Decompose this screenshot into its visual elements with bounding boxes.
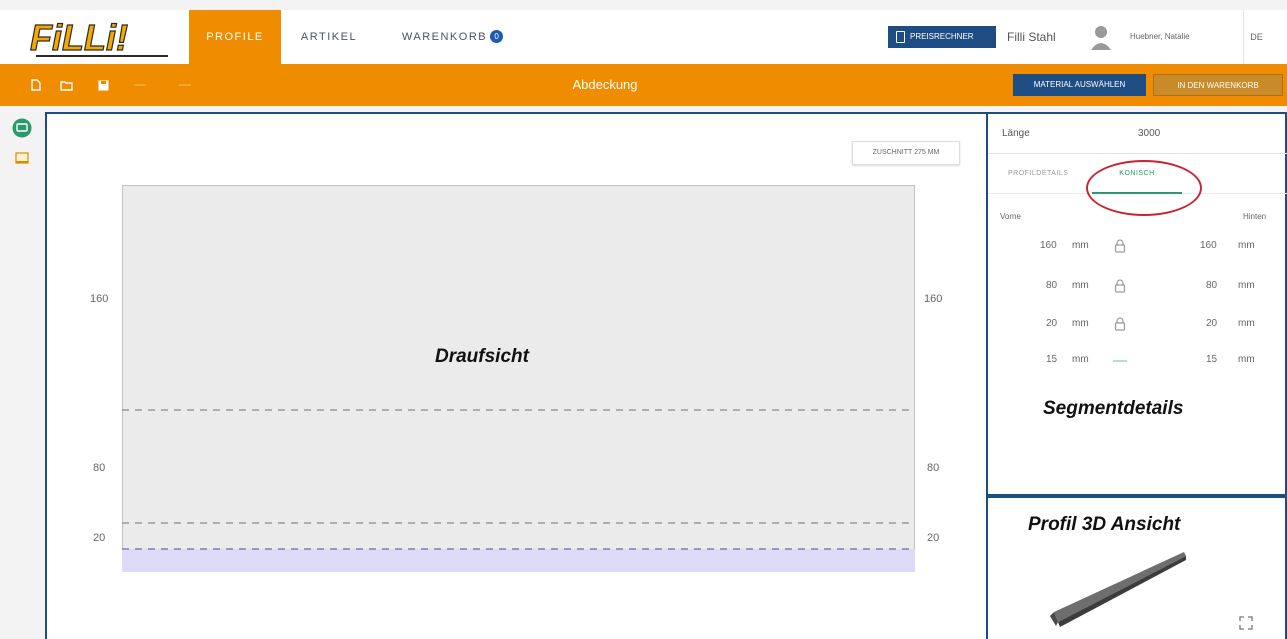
preisrechner-label: PREISRECHNER (910, 32, 974, 41)
dim-label-20-left: 20 (93, 532, 106, 544)
dim-label-80-left: 80 (93, 462, 106, 474)
vorne-value[interactable]: 160 (1040, 240, 1057, 251)
laenge-row: Länge 3000 (988, 114, 1287, 154)
avatar[interactable] (1090, 24, 1112, 50)
folder-icon[interactable] (15, 152, 29, 164)
lock-icon[interactable] (1114, 317, 1126, 331)
profil-3d-title: Profil 3D Ansicht (1028, 514, 1181, 535)
fullscreen-icon[interactable] (1239, 616, 1253, 630)
preisrechner-button[interactable]: PREISRECHNER (888, 26, 996, 48)
tab-warenkorb-label: WARENKORB (401, 31, 488, 43)
material-select-button[interactable]: MATERIAL AUSWÄHLEN (1013, 74, 1146, 96)
hinten-value[interactable]: 20 (1206, 318, 1217, 329)
hinten-unit: mm (1238, 280, 1255, 291)
tab-profildetails[interactable]: PROFILDETAILS (1008, 154, 1068, 194)
draufsicht-panel: ZUSCHNITT 275 MM 160 80 20 160 80 20 Dra… (45, 112, 988, 639)
hinten-unit: mm (1238, 354, 1255, 365)
hinten-value[interactable]: 80 (1206, 280, 1217, 291)
user-name[interactable]: Huebner, Natalie (1130, 10, 1190, 64)
add-to-cart-button[interactable]: IN DEN WARENKORB (1153, 74, 1283, 96)
vorne-unit: mm (1072, 318, 1089, 329)
segment-row: 15 mm 15 mm (988, 354, 1287, 390)
vorne-value[interactable]: 15 (1046, 354, 1057, 365)
laenge-input[interactable]: 3000 (1138, 128, 1160, 139)
left-tool-strip (0, 106, 45, 639)
zuschnitt-badge[interactable]: ZUSCHNITT 275 MM (852, 141, 960, 165)
fold-strip (122, 549, 915, 572)
dim-label-20-right: 20 (927, 532, 940, 544)
language-switch[interactable]: DE (1243, 10, 1269, 64)
lock-icon[interactable] (1114, 239, 1126, 253)
vorne-unit: mm (1072, 240, 1089, 251)
segment-row: 80 mm 80 mm (988, 279, 1287, 316)
draufsicht-title: Draufsicht (435, 346, 529, 367)
dim-label-160-left: 160 (90, 293, 109, 305)
hinten-value[interactable]: 160 (1200, 240, 1217, 251)
vorne-unit: mm (1072, 354, 1089, 365)
tab-warenkorb[interactable]: WARENKORB 0 (385, 10, 520, 64)
lock-icon[interactable] (1114, 279, 1126, 293)
logo-text: FiLLi! (30, 17, 128, 58)
profile-3d-model[interactable] (1048, 548, 1188, 628)
company-name: Filli Stahl (1007, 30, 1056, 44)
highlight-oval (1086, 160, 1202, 216)
editor-toolbar: Abdeckung MATERIAL AUSWÄHLEN IN DEN WARE… (0, 64, 1287, 106)
chat-icon[interactable] (12, 118, 32, 138)
dash-icon (1113, 360, 1127, 362)
hinten-value[interactable]: 15 (1206, 354, 1217, 365)
segment-row: 160 mm 160 mm (988, 239, 1287, 276)
segmentdetails-title: Segmentdetails (1043, 398, 1184, 419)
tab-artikel[interactable]: ARTIKEL (283, 10, 375, 64)
profil-3d-panel: Profil 3D Ansicht (988, 496, 1287, 639)
calculator-icon (896, 31, 905, 43)
vorne-value[interactable]: 20 (1046, 318, 1057, 329)
dim-label-160-right: 160 (924, 293, 943, 305)
col-vorne-header: Vorne (1000, 212, 1021, 221)
segment-row: 20 mm 20 mm (988, 317, 1287, 354)
top-navigation: FiLLi! PROFILE ARTIKEL WARENKORB 0 PREISR… (0, 10, 1287, 64)
hinten-unit: mm (1238, 240, 1255, 251)
profile-plate (122, 185, 915, 572)
laenge-label: Länge (1002, 128, 1030, 139)
profile-drawing (122, 185, 915, 572)
dim-label-80-right: 80 (927, 462, 940, 474)
vorne-value[interactable]: 80 (1046, 280, 1057, 291)
hinten-unit: mm (1238, 318, 1255, 329)
filli-logo[interactable]: FiLLi! (28, 10, 188, 64)
vorne-unit: mm (1072, 280, 1089, 291)
segment-details-panel: Länge 3000 PROFILDETAILS KONISCH Vorne H… (988, 112, 1287, 496)
cart-count-badge: 0 (490, 30, 504, 43)
col-hinten-header: Hinten (1243, 212, 1267, 221)
tab-profile[interactable]: PROFILE (189, 10, 281, 64)
